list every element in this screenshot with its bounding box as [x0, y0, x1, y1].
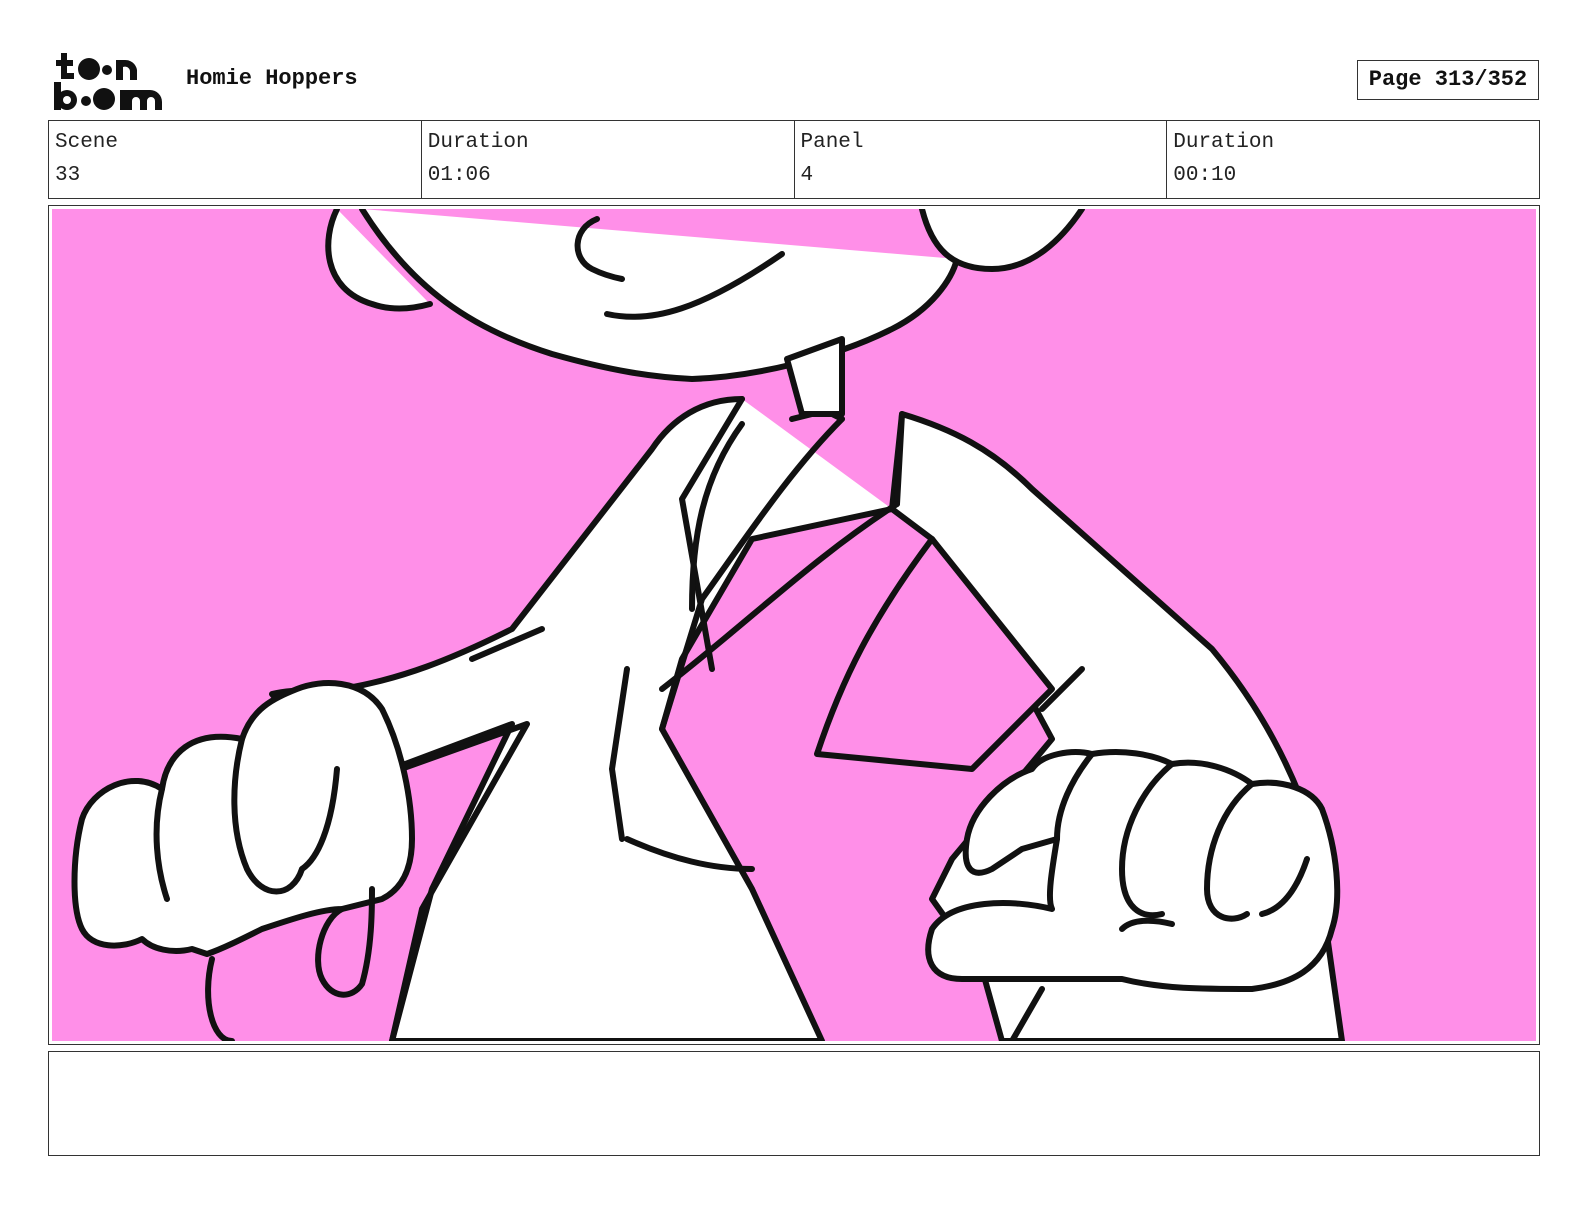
panel-duration-value: 00:10: [1173, 164, 1237, 187]
character-sketch: [71, 209, 1345, 1041]
scene-cell: Scene 33: [49, 121, 422, 198]
scene-duration-label: Duration: [427, 131, 529, 154]
panel-label: Panel: [800, 131, 864, 154]
panel-notes: [48, 1051, 1540, 1156]
panel-cell: Panel 4: [795, 121, 1168, 198]
panel-duration-cell: Duration 00:10: [1167, 121, 1539, 198]
page-number: Page 313/352: [1357, 60, 1539, 100]
project-title: Homie Hoppers: [186, 66, 358, 91]
scene-label: Scene: [55, 131, 119, 154]
scene-duration-cell: Duration 01:06: [422, 121, 795, 198]
storyboard-panel: [48, 205, 1540, 1045]
panel-duration-label: Duration: [1173, 131, 1275, 154]
panel-value: 4: [800, 164, 814, 187]
scene-info-table: Scene 33 Duration 01:06 Panel 4 Duration…: [48, 120, 1540, 199]
scene-value: 33: [55, 164, 81, 187]
toon-boom-logo: [50, 50, 166, 114]
panel-drawing: [52, 209, 1536, 1041]
scene-duration-value: 01:06: [427, 164, 491, 187]
